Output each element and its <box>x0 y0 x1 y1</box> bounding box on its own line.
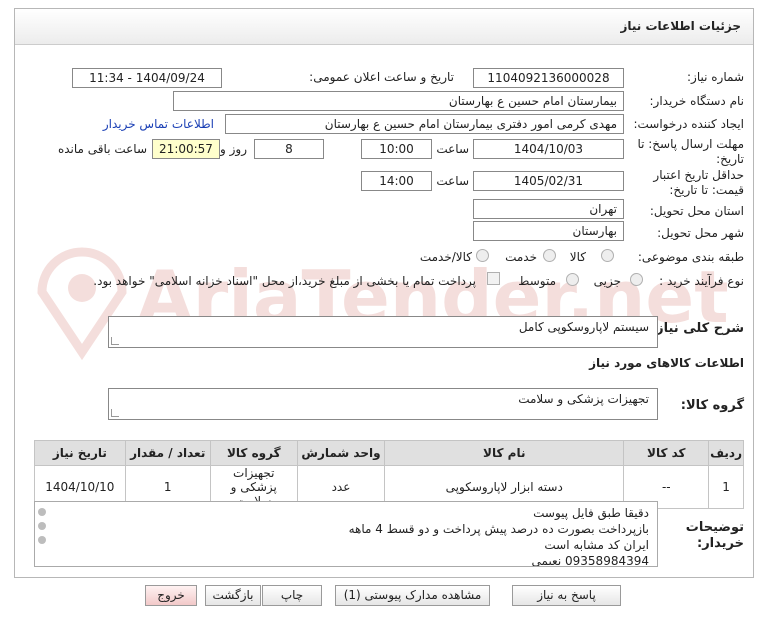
buyer-org-label: نام دستگاه خریدار: <box>649 94 745 108</box>
days-label: روز و <box>220 142 247 156</box>
creator-label: ایجاد کننده درخواست: <box>633 117 744 131</box>
print-button[interactable]: چاپ <box>262 585 322 606</box>
reply-button[interactable]: پاسخ به نیاز <box>512 585 621 606</box>
announce-label: تاریخ و ساعت اعلان عمومی: <box>309 70 454 84</box>
deadline-time-label: ساعت <box>436 142 469 156</box>
panel-title: جزئیات اطلاعات نیاز <box>15 9 753 45</box>
need-number-field[interactable]: 1104092136000028 <box>473 68 624 88</box>
scroll-down-icon[interactable] <box>38 536 46 544</box>
validity-time-field[interactable]: 14:00 <box>361 171 432 191</box>
summary-label: شرح کلی نیاز: <box>650 321 744 336</box>
category-label: طبقه بندی موضوعی: <box>637 250 744 264</box>
col-group: گروه کالا <box>209 440 298 466</box>
announce-field[interactable]: 1404/09/24 - 11:34 <box>72 68 222 88</box>
resize-grip-icon[interactable] <box>111 337 119 345</box>
category-radio-service[interactable] <box>543 249 556 262</box>
deadline-label: مهلت ارسال پاسخ: تا تاریخ: <box>637 137 744 166</box>
contact-buyer-link[interactable]: اطلاعات تماس خریدار <box>103 117 214 131</box>
goods-table: ردیف کد کالا نام کالا واحد شمارش گروه کا… <box>34 440 744 509</box>
deadline-date-field[interactable]: 1404/10/03 <box>473 139 624 159</box>
col-unit: واحد شمارش <box>296 440 386 466</box>
goods-group-textarea[interactable]: تجهیزات پزشکی و سلامت <box>108 388 658 420</box>
process-radio-minor[interactable] <box>630 273 643 286</box>
process-option-medium: متوسط <box>518 274 556 288</box>
goods-group-label: گروه کالا: <box>680 398 744 413</box>
notes-scrollbar[interactable] <box>35 502 49 566</box>
payment-note: پرداخت تمام یا بخشی از مبلغ خرید،از محل … <box>93 274 476 288</box>
process-option-minor: جزیی <box>593 274 621 288</box>
days-field[interactable]: 8 <box>254 139 324 159</box>
buyer-org-field[interactable]: بیمارستان امام حسین ع بهارستان <box>173 91 624 111</box>
buyer-note-line: دقیقا طبق فایل پیوست <box>533 506 649 520</box>
buyer-note-line: بازپرداخت بصورت ده درصد پیش پرداخت و دو … <box>348 522 649 536</box>
need-number-label: شماره نیاز: <box>687 70 744 84</box>
col-row: ردیف <box>708 440 744 466</box>
table-header-row: ردیف کد کالا نام کالا واحد شمارش گروه کا… <box>34 440 744 466</box>
category-radio-goods[interactable] <box>601 249 614 262</box>
province-field[interactable]: تهران <box>473 199 624 219</box>
col-code: کد کالا <box>623 440 710 466</box>
scroll-thumb-icon[interactable] <box>38 522 46 530</box>
col-name: نام کالا <box>384 440 625 466</box>
validity-time-label: ساعت <box>436 174 469 188</box>
goods-group-text: تجهیزات پزشکی و سلامت <box>518 392 649 406</box>
deadline-time-field[interactable]: 10:00 <box>361 139 432 159</box>
summary-text: سیستم لاپاروسکوپی کامل <box>518 320 649 334</box>
cell-row: 1 <box>708 465 744 509</box>
goods-info-title: اطلاعات کالاهای مورد نیاز <box>589 356 744 370</box>
buyer-notes-textarea[interactable]: دقیقا طبق فایل پیوست بازپرداخت بصورت ده … <box>34 501 658 567</box>
process-label: نوع فرآیند خرید : <box>659 274 744 288</box>
buyer-note-line: 09358984394 نعیمی <box>531 554 650 567</box>
city-field[interactable]: بهارستان <box>473 221 624 241</box>
back-button[interactable]: بازگشت <box>205 585 261 606</box>
province-label: استان محل تحویل: <box>649 204 744 218</box>
col-date: تاریخ نیاز <box>34 440 126 466</box>
scroll-up-icon[interactable] <box>38 508 46 516</box>
buyer-notes-label: توضیحات خریدار: <box>685 520 744 551</box>
validity-label: حداقل تاریخ اعتبار قیمت: تا تاریخ: <box>653 168 744 197</box>
resize-grip-icon[interactable] <box>111 409 119 417</box>
category-option-goods: کالا <box>569 250 586 264</box>
summary-textarea[interactable]: سیستم لاپاروسکوپی کامل <box>108 316 658 348</box>
treasury-checkbox[interactable] <box>487 272 500 285</box>
creator-field[interactable]: مهدی کرمی امور دفتری بیمارستان امام حسین… <box>225 114 624 134</box>
col-qty: تعداد / مقدار <box>124 440 211 466</box>
city-label: شهر محل تحویل: <box>657 226 744 240</box>
category-option-service: خدمت <box>505 250 537 264</box>
attachments-button[interactable]: مشاهده مدارک پیوستی (1) <box>335 585 490 606</box>
exit-button[interactable]: خروج <box>145 585 197 606</box>
remaining-label: ساعت باقی مانده <box>57 142 147 156</box>
remaining-time-field: 21:00:57 <box>152 139 220 159</box>
buyer-note-line: ایران کد مشابه است <box>544 538 649 552</box>
category-option-both: کالا/خدمت <box>419 250 472 264</box>
category-radio-both[interactable] <box>476 249 489 262</box>
validity-date-field[interactable]: 1405/02/31 <box>473 171 624 191</box>
process-radio-medium[interactable] <box>566 273 579 286</box>
